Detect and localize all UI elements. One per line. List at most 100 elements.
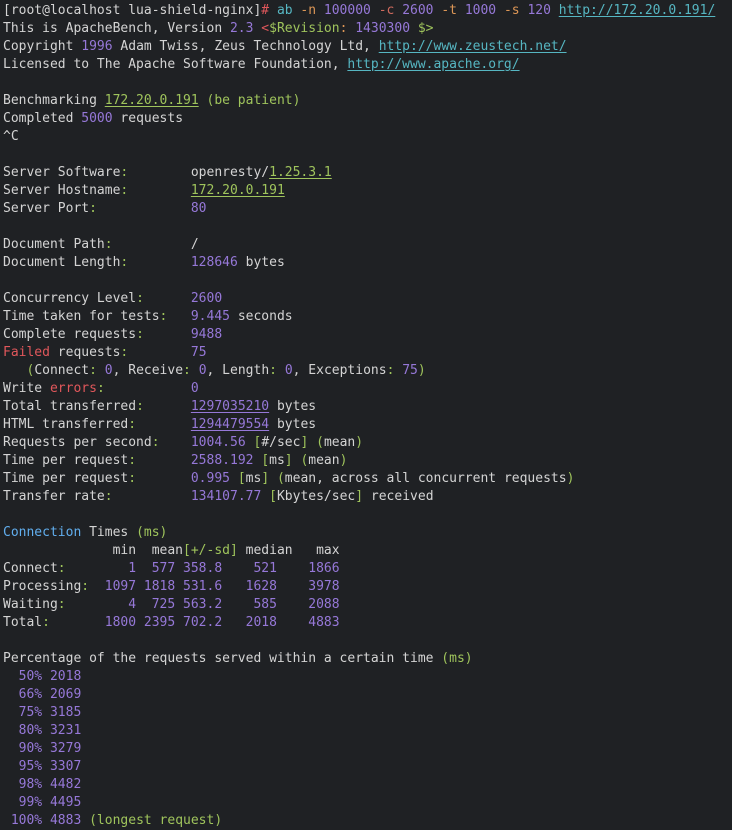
text-segment: : — [136, 399, 144, 414]
terminal-line: 80% 3231 — [3, 722, 732, 740]
terminal-line: Total transferred: 1297035210 bytes — [3, 398, 732, 416]
transfer-rate-value: 134107.77 — [191, 489, 261, 504]
command-name: ab — [277, 3, 293, 18]
text-segment: [ — [269, 489, 277, 504]
text-segment: 0 — [105, 363, 113, 378]
version-number: 2.3 — [230, 21, 253, 36]
text-segment: Copyright — [3, 39, 81, 54]
terminal-line: Failed requests: 75 — [3, 344, 732, 362]
text-segment: : — [152, 435, 160, 450]
label: Transfer rate — [3, 489, 105, 504]
flag-s: -s — [504, 3, 520, 18]
section-title: Connection — [3, 525, 81, 540]
port-value: 80 — [191, 201, 207, 216]
text-segment: ] — [261, 471, 269, 486]
text-segment: ] — [285, 453, 293, 468]
text-segment: #/sec — [261, 435, 300, 450]
text-segment: received — [363, 489, 433, 504]
terminal-line — [3, 272, 732, 290]
html-transferred-value: 1294479554 — [191, 417, 269, 432]
text-segment: : — [81, 579, 89, 594]
text-segment — [308, 435, 316, 450]
text-segment: $Revision — [269, 21, 339, 36]
terminal-line: Document Length: 128646 bytes — [3, 254, 732, 272]
label: Time taken for tests — [3, 309, 160, 324]
text-segment — [551, 3, 559, 18]
terminal-line: Completed 5000 requests — [3, 110, 732, 128]
text-segment: requests — [50, 345, 120, 360]
terminal-line: Document Path: / — [3, 236, 732, 254]
host-link[interactable]: 172.20.0.191 — [105, 93, 199, 108]
terminal-line: This is ApacheBench, Version 2.3 <$Revis… — [3, 20, 732, 38]
text-segment — [136, 471, 191, 486]
text-segment — [97, 363, 105, 378]
url-link[interactable]: http://www.apache.org/ — [347, 57, 519, 72]
terminal-line: Benchmarking 172.20.0.191 (be patient) — [3, 92, 732, 110]
label: Requests per second — [3, 435, 152, 450]
prompt: [root@localhost lua-shield-nginx] — [3, 3, 261, 18]
terminal-line: Write errors: 0 — [3, 380, 732, 398]
text-segment: : — [128, 453, 136, 468]
text-segment: bytes — [238, 255, 285, 270]
text-segment: This is ApacheBench, Version — [3, 21, 230, 36]
terminal-line: Time per request: 0.995 [ms] (mean, acro… — [3, 470, 732, 488]
text-segment — [160, 435, 191, 450]
time-per-request-value: 2588.192 — [191, 453, 254, 468]
label: Server Hostname — [3, 183, 120, 198]
terminal-line: (Connect: 0, Receive: 0, Length: 0, Exce… — [3, 362, 732, 380]
flag-t-value: 1000 — [465, 3, 496, 18]
terminal-line: 98% 4482 — [3, 776, 732, 794]
row-label: Waiting — [3, 597, 58, 612]
terminal-line: Percentage of the requests served within… — [3, 650, 732, 668]
text-segment — [105, 381, 191, 396]
label: Document Path — [3, 237, 105, 252]
percentile-99: 99% 4495 — [3, 795, 81, 810]
terminal-line: 95% 3307 — [3, 758, 732, 776]
text-segment: : — [58, 561, 66, 576]
text-segment — [230, 471, 238, 486]
text-segment: ] — [355, 489, 363, 504]
percentile-95: 95% 3307 — [3, 759, 81, 774]
text-segment: : — [89, 201, 97, 216]
text-segment: [+/-sd] — [183, 543, 238, 558]
url-link[interactable]: http://www.zeustech.net/ — [379, 39, 567, 54]
terminal[interactable]: [root@localhost lua-shield-nginx]# ab -n… — [0, 0, 732, 824]
text-segment: Benchmarking — [3, 93, 105, 108]
text-segment: , Length — [207, 363, 270, 378]
label: Time per request — [3, 453, 128, 468]
text-segment — [316, 3, 324, 18]
text-segment — [128, 255, 191, 270]
revision-number: 1430300 — [355, 21, 410, 36]
row-label: Processing — [3, 579, 81, 594]
section-title: Percentage of the requests served within… — [3, 651, 441, 666]
label: Time per request — [3, 471, 128, 486]
rps-value: 1004.56 — [191, 435, 246, 450]
terminal-line — [3, 74, 732, 92]
terminal-line: 50% 2018 — [3, 668, 732, 686]
terminal-line: Concurrency Level: 2600 — [3, 290, 732, 308]
url-link[interactable]: http://172.20.0.191/ — [559, 3, 716, 18]
text-segment: requests — [113, 111, 183, 126]
text-segment: : — [89, 363, 97, 378]
text-segment: / — [113, 237, 199, 252]
percentile-50: 50% 2018 — [3, 669, 81, 684]
text-segment: : — [97, 381, 105, 396]
text-segment: : — [42, 615, 50, 630]
text-segment: mean — [308, 453, 339, 468]
flag-c: -c — [379, 3, 395, 18]
text-segment — [167, 309, 190, 324]
text-segment: Licensed to The Apache Software Foundati… — [3, 57, 347, 72]
flag-n-value: 100000 — [324, 3, 371, 18]
percentile-66: 66% 2069 — [3, 687, 81, 702]
text-segment: : — [58, 597, 66, 612]
terminal-line — [3, 506, 732, 524]
total-transferred-value: 1297035210 — [191, 399, 269, 414]
host-link[interactable]: 172.20.0.191 — [191, 183, 285, 198]
text-segment: ) — [340, 453, 348, 468]
terminal-line: 99% 4495 — [3, 794, 732, 812]
text-segment — [113, 489, 191, 504]
doc-length-value: 128646 — [191, 255, 238, 270]
percentile-98: 98% 4482 — [3, 777, 81, 792]
text-segment — [191, 363, 199, 378]
text-segment: : — [105, 237, 113, 252]
